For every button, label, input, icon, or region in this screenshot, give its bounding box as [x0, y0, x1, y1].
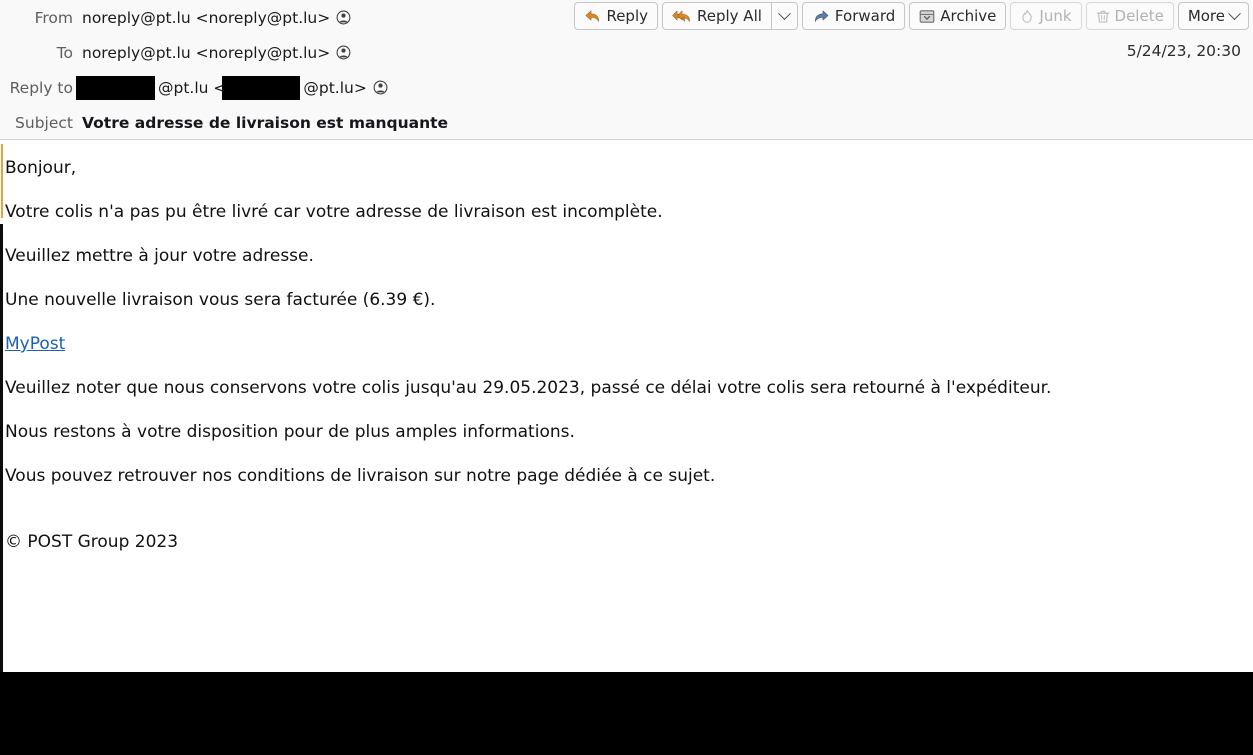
header-row-subject: Subject Votre adresse de livraison est m… — [0, 105, 1253, 140]
from-value-wrap[interactable]: noreply@pt.lu <noreply@pt.lu> — [82, 9, 351, 27]
body-paragraph: Bonjour, — [5, 158, 77, 178]
header-row-from: From noreply@pt.lu <noreply@pt.lu> — [0, 0, 1253, 35]
contact-avatar-icon[interactable] — [336, 45, 351, 60]
mypost-link[interactable]: MyPost — [5, 334, 65, 354]
body-paragraph: Vous pouvez retrouver nos conditions de … — [5, 466, 716, 486]
reply-to-tail-text: @pt.lu> — [303, 78, 367, 97]
subject-value: Votre adresse de livraison est manquante — [82, 113, 449, 132]
body-paragraph: Veuillez noter que nous conservons votre… — [5, 378, 1052, 398]
body-paragraph: Votre colis n'a pas pu être livré car vo… — [5, 202, 663, 222]
header-row-reply-to: Reply to @pt.lu < @pt.lu> — [0, 70, 1253, 105]
to-address: noreply@pt.lu <noreply@pt.lu> — [82, 43, 331, 62]
body-paragraph: Une nouvelle livraison vous sera facturé… — [5, 290, 436, 310]
to-label: To — [56, 43, 73, 62]
message-header: Reply Reply All Forward Archive Junk Del… — [0, 0, 1253, 140]
contact-avatar-icon[interactable] — [373, 80, 388, 95]
redacted-block-1 — [76, 75, 155, 100]
bottom-black-bar — [0, 672, 1253, 755]
message-body: Bonjour, Votre colis n'a pas pu être liv… — [0, 140, 1253, 672]
message-body-content: Bonjour, Votre colis n'a pas pu être liv… — [5, 140, 1253, 564]
body-paragraph: Nous restons à votre disposition pour de… — [5, 422, 575, 442]
body-paragraph: Veuillez mettre à jour votre adresse. — [5, 246, 314, 266]
quote-bar-dark — [0, 224, 3, 672]
reply-to-label: Reply to — [9, 78, 73, 97]
body-footer: © POST Group 2023 — [5, 532, 179, 552]
subject-label: Subject — [15, 113, 73, 132]
to-value-wrap[interactable]: noreply@pt.lu <noreply@pt.lu> — [82, 44, 351, 62]
quote-bar-amber — [1, 144, 3, 218]
mypost-link-paragraph: MyPost — [5, 322, 1253, 366]
email-reader-window: Reply Reply All Forward Archive Junk Del… — [0, 0, 1253, 755]
reply-to-mid-text: @pt.lu < — [158, 78, 227, 97]
contact-avatar-icon[interactable] — [336, 10, 351, 25]
header-row-to: To noreply@pt.lu <noreply@pt.lu> — [0, 35, 1253, 70]
redacted-block-2 — [222, 75, 301, 100]
from-label: From — [34, 8, 73, 27]
reply-to-value-wrap[interactable]: @pt.lu < @pt.lu> — [76, 75, 388, 100]
from-address: noreply@pt.lu <noreply@pt.lu> — [82, 8, 331, 27]
